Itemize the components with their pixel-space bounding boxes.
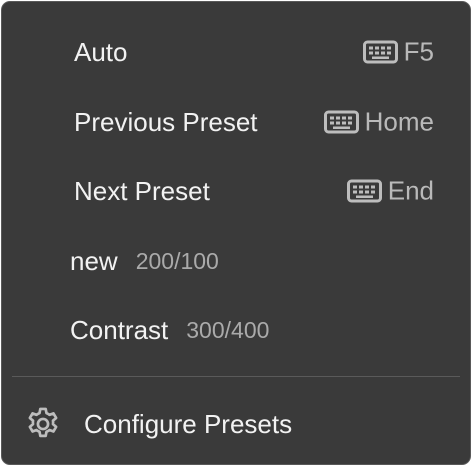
presets-menu: Auto F5 Previous Preset Home Next Preset… bbox=[1, 1, 471, 465]
preset-name: new bbox=[70, 245, 118, 276]
menu-item-auto[interactable]: Auto F5 bbox=[2, 29, 470, 75]
shortcut-key: F5 bbox=[403, 36, 434, 67]
shortcut-hint: Home bbox=[323, 106, 434, 138]
preset-value: 300/400 bbox=[186, 316, 270, 343]
keyboard-icon bbox=[323, 110, 359, 134]
shortcut-key: End bbox=[387, 175, 434, 206]
keyboard-icon bbox=[346, 179, 382, 203]
shortcut-hint: F5 bbox=[362, 36, 434, 68]
gear-icon bbox=[24, 405, 62, 443]
preset-value: 200/100 bbox=[135, 247, 219, 274]
menu-item-label: Auto bbox=[74, 36, 128, 67]
menu-divider bbox=[12, 376, 460, 377]
preset-item-new[interactable]: new 200/100 bbox=[2, 238, 470, 284]
configure-presets-label: Configure Presets bbox=[84, 408, 293, 439]
keyboard-icon bbox=[362, 40, 398, 64]
menu-item-label: Next Preset bbox=[74, 175, 210, 206]
menu-item-label: Previous Preset bbox=[74, 106, 258, 137]
menu-item-previous-preset[interactable]: Previous Preset Home bbox=[2, 99, 470, 145]
menu-item-next-preset[interactable]: Next Preset End bbox=[2, 168, 470, 214]
preset-item-contrast[interactable]: Contrast 300/400 bbox=[2, 307, 470, 353]
shortcut-hint: End bbox=[346, 175, 434, 207]
configure-presets-button[interactable]: Configure Presets bbox=[2, 401, 470, 447]
preset-name: Contrast bbox=[70, 314, 169, 345]
shortcut-key: Home bbox=[364, 106, 434, 137]
